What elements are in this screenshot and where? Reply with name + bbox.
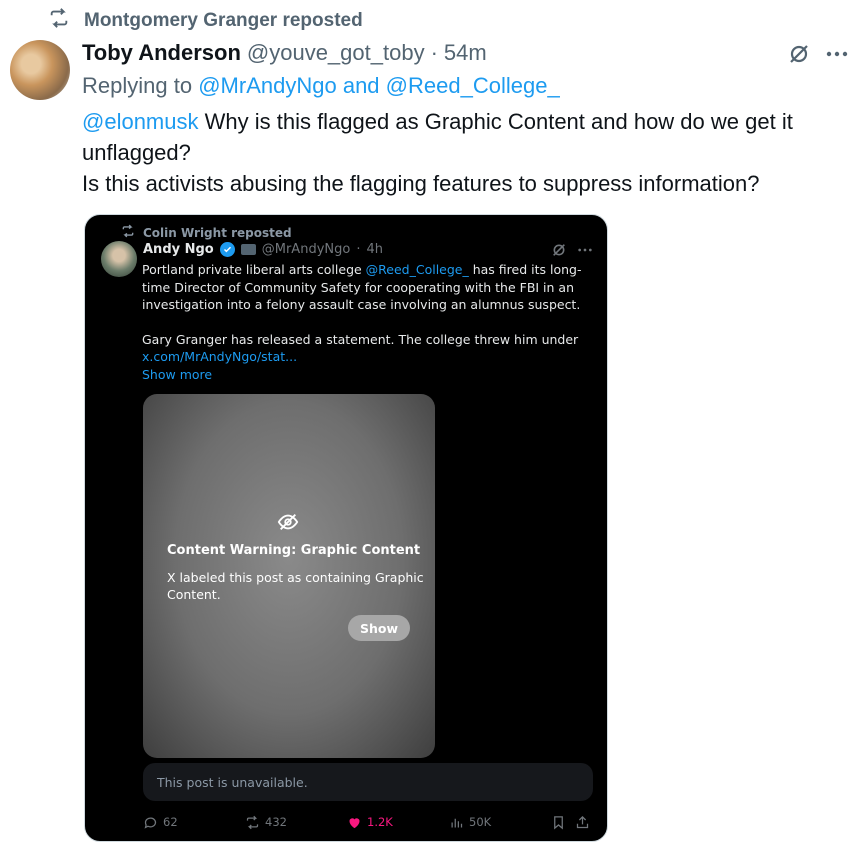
affiliate-badge-icon <box>240 244 256 255</box>
quoted-mention-reed: @Reed_College_ <box>365 262 469 277</box>
tweet-text: @elonmusk Why is this flagged as Graphic… <box>82 106 852 199</box>
quoted-repost-icon <box>121 224 135 241</box>
post-unavailable-notice: This post is unavailable. <box>143 763 593 801</box>
repost-action: 432 <box>245 815 287 830</box>
content-warning-title: Content Warning: Graphic Content <box>167 543 421 558</box>
quoted-author-handle: @MrAndyNgo <box>261 242 351 257</box>
quoted-header-icons <box>551 242 593 262</box>
show-button: Show <box>348 615 410 641</box>
graphic-content-media: Content Warning: Graphic Content X label… <box>143 394 435 758</box>
bookmark-icon <box>551 815 566 830</box>
quoted-header: Andy Ngo @MrAndyNgo · 4h <box>143 242 383 257</box>
avatar[interactable] <box>10 40 70 100</box>
embedded-screenshot[interactable]: Colin Wright reposted Andy Ngo @MrAndyNg… <box>84 214 608 842</box>
quoted-body-2: Gary Granger has released a statement. T… <box>142 331 579 347</box>
views-count: 50K <box>469 815 492 829</box>
reply-count: 62 <box>163 815 178 829</box>
author-name[interactable]: Toby Anderson <box>82 40 241 66</box>
more-options-icon[interactable] <box>825 42 849 71</box>
quoted-action-bar: 62 432 1.2K 50K <box>143 811 595 833</box>
show-more-link: Show more <box>142 366 213 382</box>
replying-to: Replying to @MrAndyNgo and @Reed_College… <box>82 73 560 99</box>
hidden-eye-icon <box>277 511 299 537</box>
author-handle[interactable]: @youve_got_toby <box>247 40 425 66</box>
repost-count: 432 <box>265 815 287 829</box>
quoted-grok-icon <box>551 242 567 262</box>
tweet-time[interactable]: 54m <box>444 40 487 66</box>
mention-elonmusk[interactable]: @elonmusk <box>82 109 199 134</box>
mention-mrandyngo[interactable]: @MrAndyNgo <box>198 73 337 98</box>
reply-action: 62 <box>143 815 178 830</box>
tweet-text-line2: Is this activists abusing the flagging f… <box>82 171 760 196</box>
quoted-avatar <box>101 241 137 277</box>
mention-joiner: and <box>342 73 380 98</box>
quoted-repost-text: Colin Wright reposted <box>143 225 292 240</box>
share-icon <box>575 815 590 830</box>
like-count: 1.2K <box>367 815 393 829</box>
quoted-author-name: Andy Ngo <box>143 242 214 257</box>
mention-reed-college[interactable]: @Reed_College_ <box>386 73 560 98</box>
content-warning-description: X labeled this post as containing Graphi… <box>167 570 424 602</box>
verified-badge-icon <box>219 242 235 257</box>
header-actions <box>787 42 849 71</box>
repost-icon <box>48 7 70 35</box>
separator: · <box>430 40 438 65</box>
like-action: 1.2K <box>347 815 393 830</box>
quoted-repost-banner: Colin Wright reposted <box>121 224 292 241</box>
replying-to-prefix: Replying to <box>82 73 193 98</box>
repost-banner-text: Montgomery Granger reposted <box>84 10 363 31</box>
grok-icon[interactable] <box>787 42 811 71</box>
quoted-time: 4h <box>366 242 383 257</box>
views-action: 50K <box>449 815 491 830</box>
quoted-more-icon <box>577 242 593 262</box>
tweet-header: Toby Anderson @youve_got_toby · 54m <box>82 40 487 66</box>
quoted-link: x.com/MrAndyNgo/stat... <box>142 349 298 364</box>
quoted-body-pre: Portland private liberal arts college <box>142 262 366 277</box>
repost-banner[interactable]: Montgomery Granger reposted <box>48 8 363 34</box>
quoted-body: Portland private liberal arts college @R… <box>142 261 592 383</box>
quoted-separator: · <box>356 242 361 257</box>
